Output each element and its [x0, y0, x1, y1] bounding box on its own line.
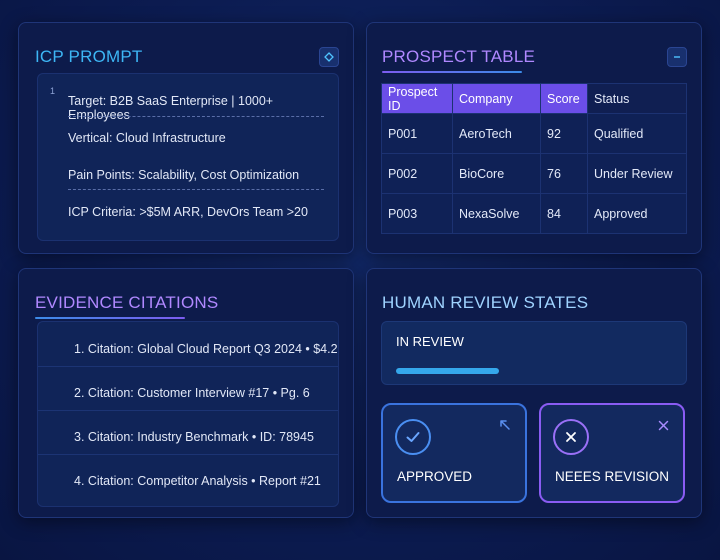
column-header-status[interactable]: Status	[587, 83, 687, 114]
list-item[interactable]: 1. Citation: Global Cloud Report Q3 2024…	[74, 342, 338, 356]
list-divider	[38, 366, 338, 367]
cell-score: 76	[540, 153, 588, 194]
prompt-line-vertical: Vertical: Cloud Infrastructure	[68, 131, 226, 145]
list-item[interactable]: 3. Citation: Industry Benchmark • ID: 78…	[74, 430, 314, 444]
prospect-table: Prospect ID Company Score Status P001 Ae…	[381, 83, 687, 234]
line-number: 1	[50, 86, 56, 96]
cell-prospect-id: P003	[381, 193, 453, 234]
cell-status: Qualified	[587, 113, 687, 154]
prospect-title-underline	[382, 71, 522, 73]
evidence-citations-panel: EVIDENCE CITATIONS 1. Citation: Global C…	[18, 268, 354, 518]
evidence-title-underline	[35, 317, 185, 319]
cell-score: 92	[540, 113, 588, 154]
list-item[interactable]: 4. Citation: Competitor Analysis • Repor…	[74, 474, 321, 488]
table-row[interactable]: P001 AeroTech 92 Qualified	[381, 113, 687, 154]
cell-company: NexaSolve	[452, 193, 541, 234]
approved-label: APPROVED	[397, 469, 473, 484]
icp-prompt-panel: ICP PROMPT 1 Target: B2B SaaS Enterprise…	[18, 22, 354, 254]
review-progress-fill	[396, 368, 499, 374]
prompt-editor[interactable]: 1 Target: B2B SaaS Enterprise | 1000+ Em…	[37, 73, 339, 241]
cell-status: Approved	[587, 193, 687, 234]
prompt-line-target: Target: B2B SaaS Enterprise | 1000+ Empl…	[68, 94, 274, 122]
column-header-prospect-id[interactable]: Prospect ID	[381, 83, 453, 114]
check-icon	[395, 419, 431, 455]
cell-score: 84	[540, 193, 588, 234]
close-icon[interactable]	[658, 419, 669, 434]
prompt-line-pain-points: Pain Points: Scalability, Cost Optimizat…	[68, 168, 300, 182]
needs-revision-label: NEEES REVISION	[555, 469, 670, 484]
approved-card[interactable]: APPROVED	[381, 403, 527, 503]
evidence-title: EVIDENCE CITATIONS	[35, 293, 219, 312]
prospect-table-title: PROSPECT TABLE	[382, 47, 536, 66]
in-review-label: IN REVIEW	[396, 334, 464, 349]
column-header-company[interactable]: Company	[452, 83, 541, 114]
cell-company: BioCore	[452, 153, 541, 194]
cell-prospect-id: P001	[381, 113, 453, 154]
needs-revision-card[interactable]: NEEES REVISION	[539, 403, 685, 503]
citation-list: 1. Citation: Global Cloud Report Q3 2024…	[37, 321, 339, 507]
prospect-table-panel: PROSPECT TABLE Prospect ID Company Score…	[366, 22, 702, 254]
diamond-icon[interactable]	[319, 47, 339, 67]
table-row[interactable]: P003 NexaSolve 84 Approved	[381, 193, 687, 234]
in-review-status: IN REVIEW	[381, 321, 687, 385]
minus-icon[interactable]	[667, 47, 687, 67]
cell-status: Under Review	[587, 153, 687, 194]
expand-arrow-icon[interactable]	[499, 419, 511, 434]
x-circle-icon	[553, 419, 589, 455]
column-header-score[interactable]: Score	[540, 83, 588, 114]
cell-company: AeroTech	[452, 113, 541, 154]
review-title: HUMAN REVIEW STATES	[382, 293, 589, 312]
table-row[interactable]: P002 BioCore 76 Under Review	[381, 153, 687, 194]
icp-prompt-title: ICP PROMPT	[35, 47, 143, 66]
prompt-divider	[68, 189, 324, 190]
review-progress-track	[396, 368, 674, 374]
table-header-row: Prospect ID Company Score Status	[381, 83, 687, 114]
list-item[interactable]: 2. Citation: Customer Interview #17 • Pg…	[74, 386, 310, 400]
human-review-panel: HUMAN REVIEW STATES IN REVIEW APPROVED N…	[366, 268, 702, 518]
cell-prospect-id: P002	[381, 153, 453, 194]
list-divider	[38, 410, 338, 411]
prompt-line-criteria: ICP Criteria: >$5M ARR, DevOrs Team >20	[68, 205, 308, 219]
prompt-divider	[68, 116, 324, 117]
list-divider	[38, 454, 338, 455]
